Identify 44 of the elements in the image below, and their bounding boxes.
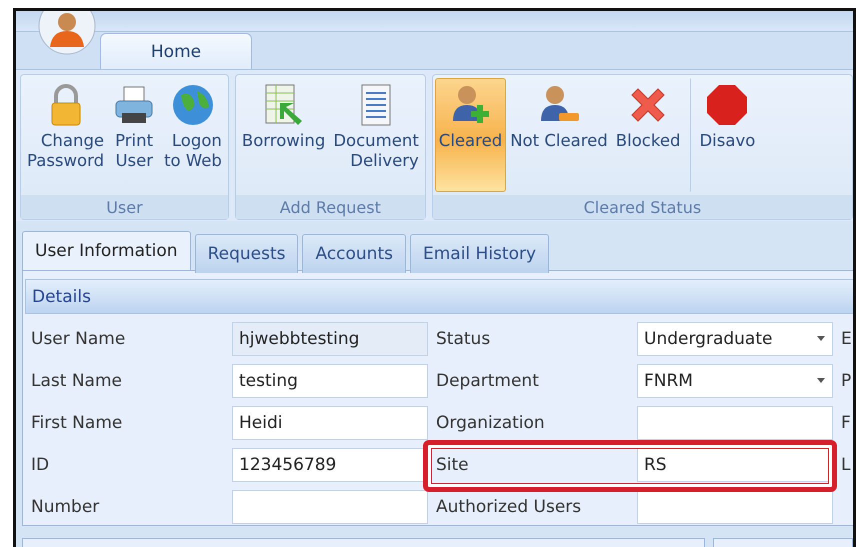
stop-sign-icon bbox=[705, 83, 750, 127]
field-label: ID bbox=[31, 455, 50, 475]
ribbon-button[interactable]: Not Cleared bbox=[506, 78, 612, 192]
dropdown[interactable]: FNRM bbox=[637, 364, 833, 398]
text-field[interactable]: Heidi bbox=[232, 406, 428, 440]
text-field[interactable] bbox=[232, 490, 428, 524]
text-field[interactable] bbox=[637, 406, 833, 440]
tab[interactable]: Requests bbox=[194, 234, 298, 273]
text-field[interactable]: testing bbox=[232, 364, 428, 398]
field-label: P bbox=[841, 371, 852, 391]
field-label: F bbox=[841, 413, 852, 433]
field-label: Organization bbox=[436, 413, 546, 433]
ribbon-tab[interactable]: Home bbox=[100, 33, 252, 69]
ribbon-button[interactable]: Logon to Web bbox=[160, 78, 226, 192]
tab[interactable]: Accounts bbox=[302, 234, 406, 273]
text-field[interactable] bbox=[637, 490, 833, 524]
field-label: Last Name bbox=[31, 371, 123, 391]
ribbon-button[interactable]: Borrowing bbox=[238, 78, 330, 192]
tab[interactable]: User Information bbox=[22, 231, 191, 270]
group-title: User bbox=[21, 195, 228, 219]
group-title: Add Request bbox=[236, 195, 425, 219]
ribbon-button[interactable]: Cleared bbox=[434, 78, 506, 192]
field-label: L bbox=[841, 455, 852, 475]
ribbon-button[interactable]: Document Delivery bbox=[329, 78, 423, 192]
ribbon-button[interactable]: Blocked bbox=[612, 78, 684, 192]
tab[interactable]: Email History bbox=[410, 234, 550, 273]
field-label: Authorized Users bbox=[436, 497, 582, 517]
group-title: Cleared Status bbox=[432, 195, 852, 219]
field-label: Department bbox=[436, 371, 540, 391]
ribbon-button[interactable]: Print User bbox=[108, 78, 160, 192]
dropdown[interactable]: Undergraduate bbox=[637, 322, 833, 356]
caret-icon bbox=[816, 336, 826, 342]
section-header: Details bbox=[25, 279, 853, 314]
ribbon-button[interactable]: Change Password bbox=[23, 78, 108, 192]
caret-icon bbox=[816, 378, 826, 384]
field-label: Site bbox=[436, 455, 470, 475]
ribbon-button[interactable]: Disavo bbox=[690, 78, 760, 192]
field-label: First Name bbox=[31, 413, 124, 433]
text-field[interactable]: hjwebbtesting bbox=[232, 322, 428, 356]
field-label: Number bbox=[31, 497, 100, 517]
field-label: User Name bbox=[31, 329, 126, 349]
globe-icon bbox=[170, 83, 215, 127]
field-label: Status bbox=[436, 329, 492, 349]
field-label: E bbox=[841, 329, 853, 349]
